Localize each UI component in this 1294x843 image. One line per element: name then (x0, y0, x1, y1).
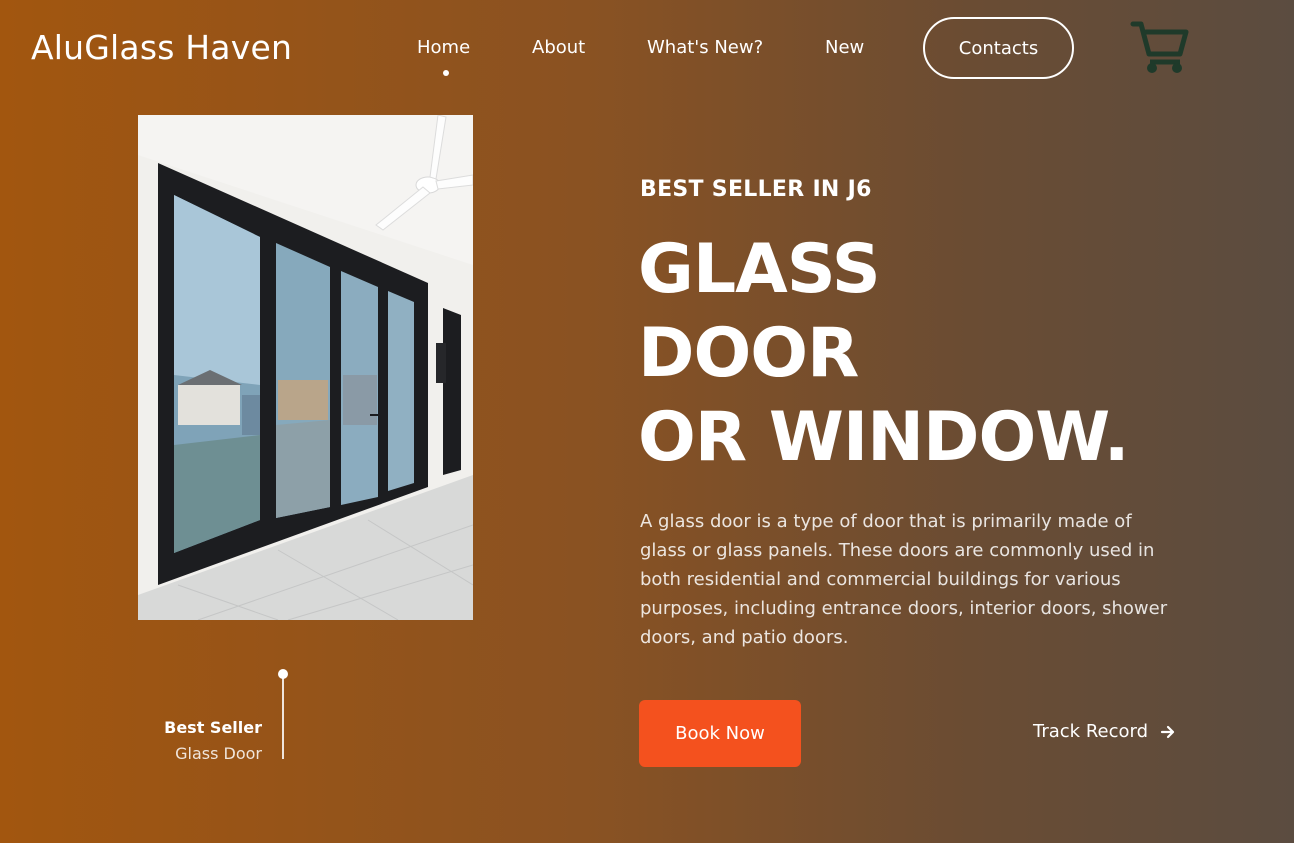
nav-whats-new[interactable]: What's New? (647, 37, 763, 58)
nav-new[interactable]: New (825, 37, 864, 58)
nav-home[interactable]: Home (417, 37, 470, 58)
timeline-line (282, 675, 284, 759)
headline-line-2: DOOR (638, 314, 859, 393)
book-now-button[interactable]: Book Now (639, 700, 801, 767)
contacts-button[interactable]: Contacts (923, 17, 1074, 79)
hero-eyebrow: BEST SELLER IN J6 (640, 177, 872, 202)
logo[interactable]: AluGlass Haven (31, 28, 292, 67)
hero-headline: GLASS DOOR OR WINDOW. (638, 228, 1130, 480)
headline-line-3: OR WINDOW. (638, 398, 1130, 477)
cart-icon[interactable] (1130, 20, 1190, 76)
best-seller-title: Best Seller (164, 718, 262, 737)
best-seller-subtitle: Glass Door (175, 744, 262, 763)
active-nav-indicator (443, 70, 449, 76)
hero-description: A glass door is a type of door that is p… (640, 511, 1168, 648)
arrow-right-icon (1160, 725, 1175, 738)
headline-line-1: GLASS (638, 230, 881, 309)
track-record-link[interactable]: Track Record (1033, 721, 1176, 742)
track-record-label: Track Record (1033, 721, 1149, 742)
glass-door-photo (138, 115, 473, 620)
nav-about[interactable]: About (532, 37, 585, 58)
